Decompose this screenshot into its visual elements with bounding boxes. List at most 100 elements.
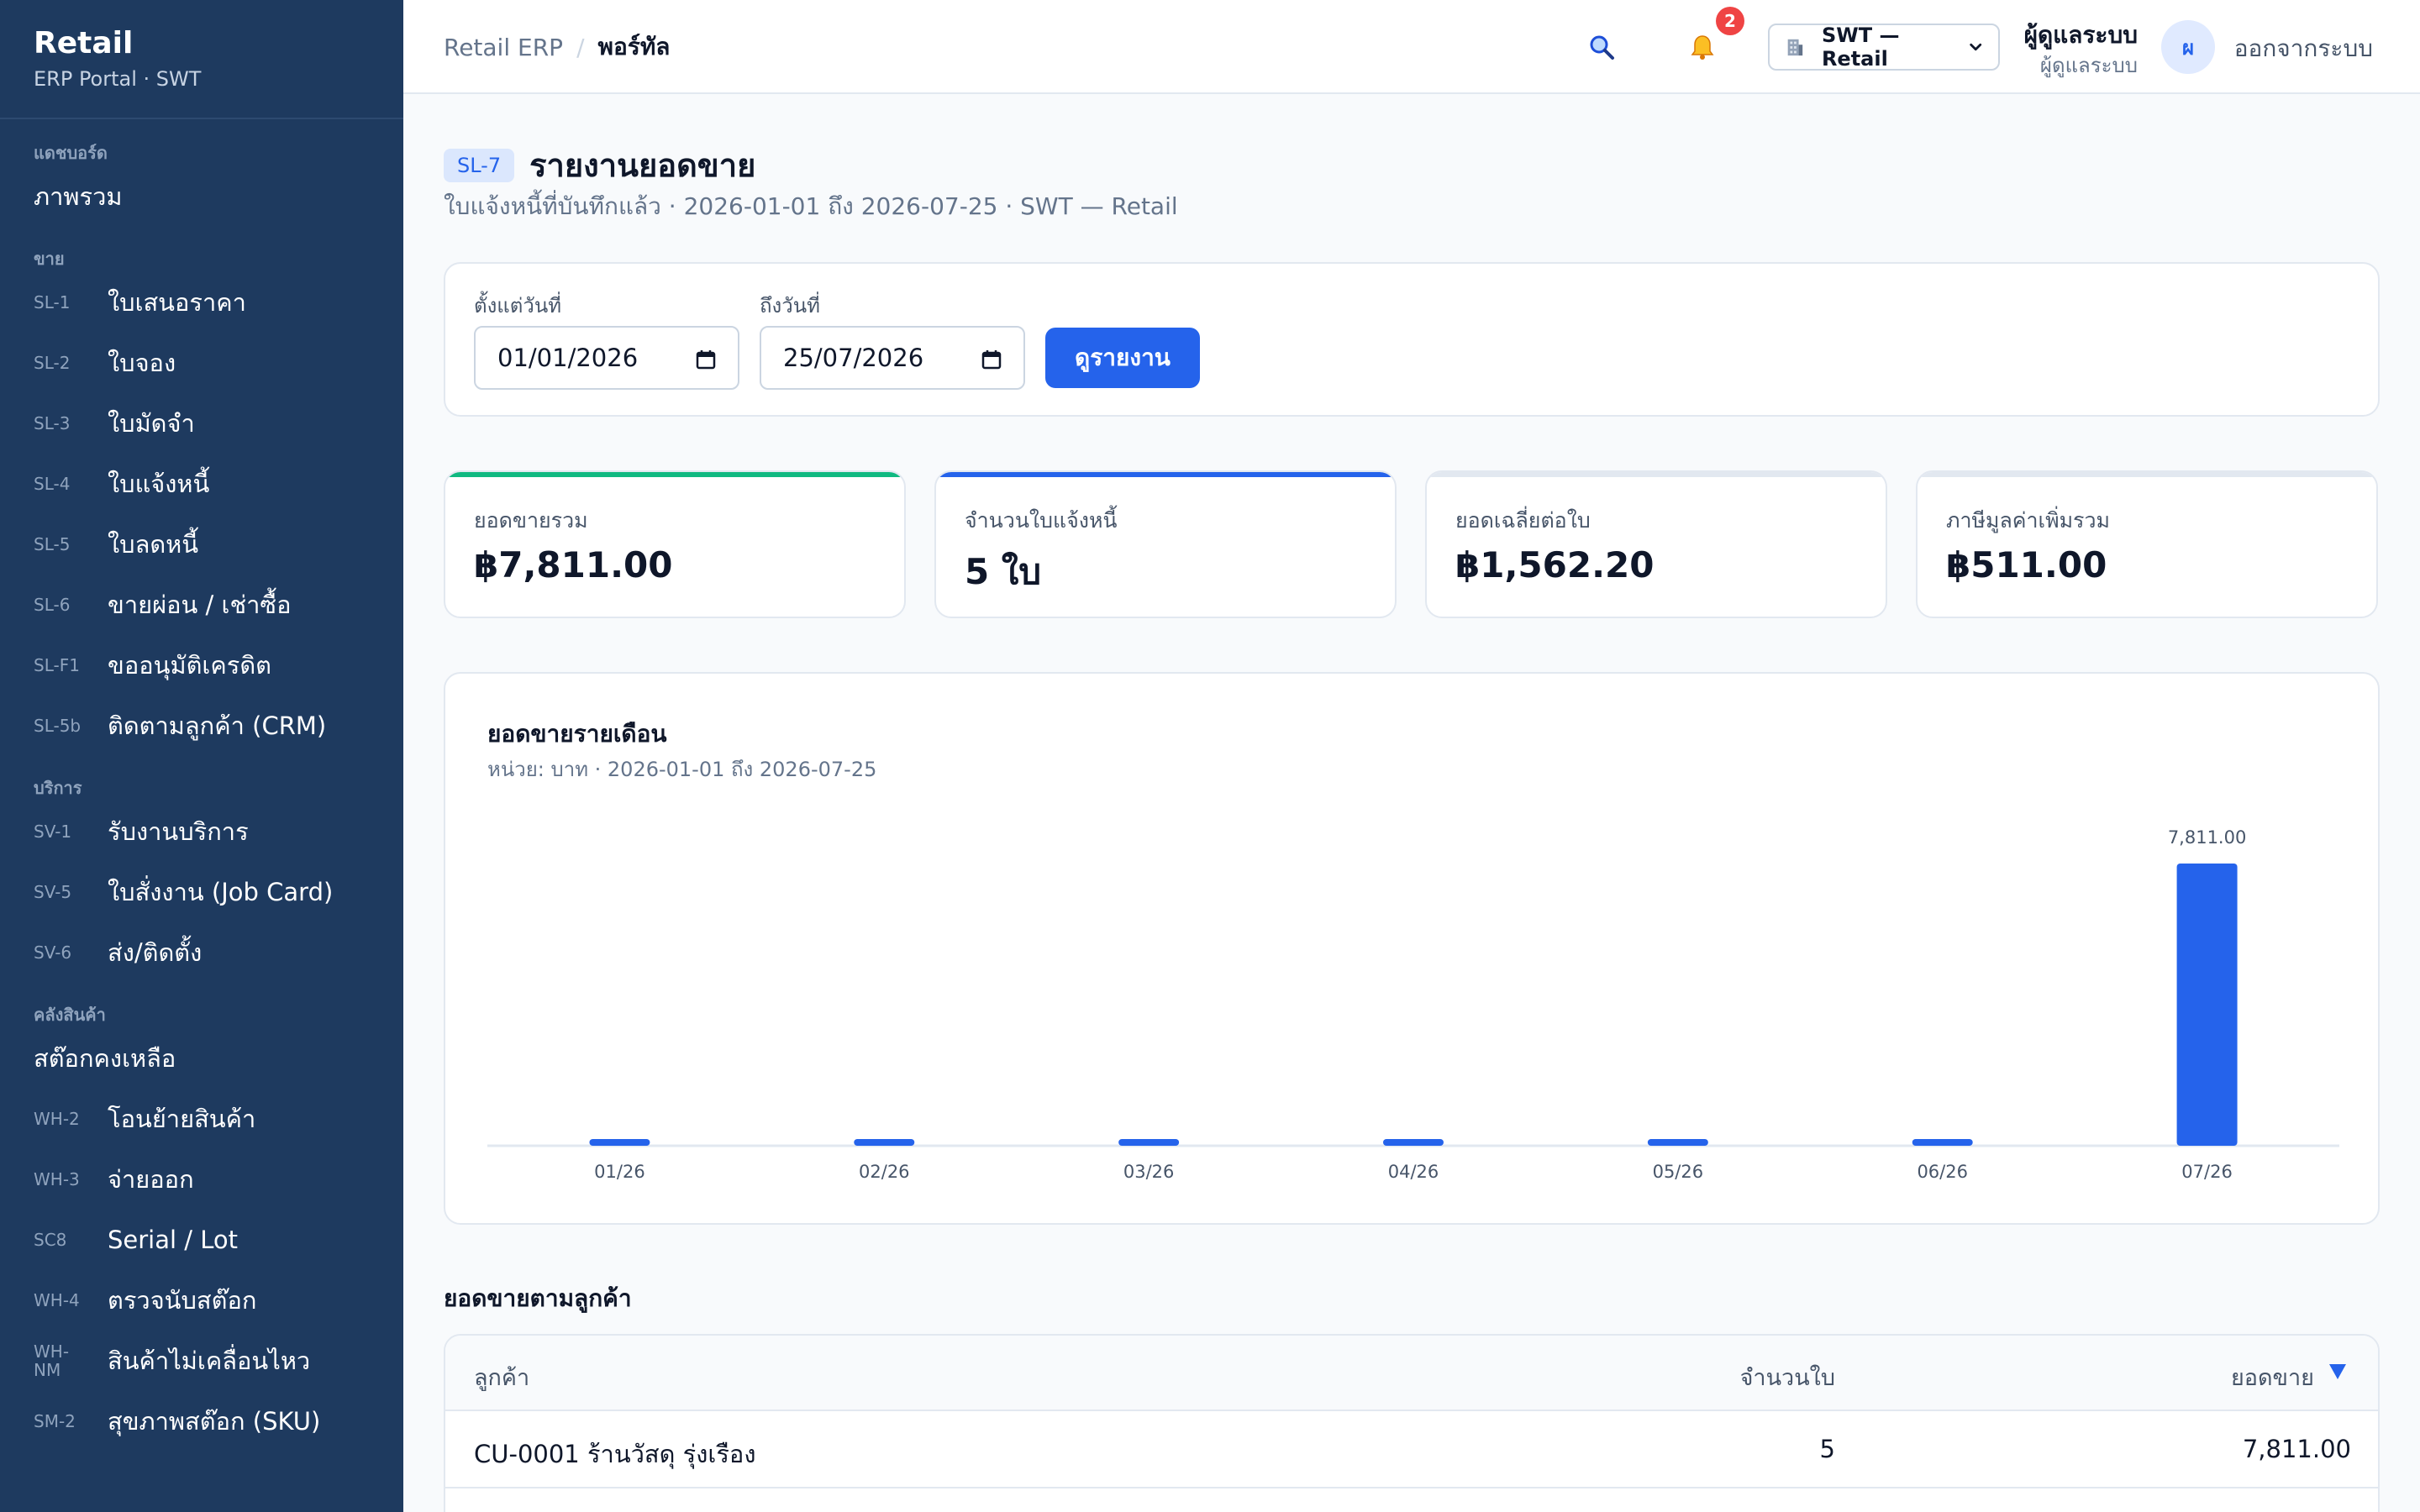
chart-bar[interactable] bbox=[2176, 864, 2238, 1146]
nav-section-title: คลังสินค้า bbox=[34, 1005, 106, 1025]
sidebar-item[interactable]: WH-4 ตรวจนับสต๊อก bbox=[0, 1270, 403, 1331]
sidebar-item[interactable]: WH-2 โอนย้ายสินค้า bbox=[0, 1089, 403, 1149]
avatar[interactable]: ผ bbox=[2161, 20, 2215, 74]
filter-card: ตั้งแต่วันที่ 01/01/2026 ถึงวันที่ 25/07… bbox=[444, 262, 2380, 417]
brand-subtitle: ERP Portal · SWT bbox=[34, 67, 202, 91]
x-tick-label: 05/26 bbox=[1653, 1162, 1704, 1182]
chart-bar[interactable] bbox=[1912, 1139, 1973, 1146]
nav-item-code: SL-F1 bbox=[34, 655, 80, 675]
sidebar-item[interactable]: SL-6 ขายผ่อน / เช่าซื้อ bbox=[0, 575, 403, 635]
x-tick-label: 03/26 bbox=[1123, 1162, 1175, 1182]
nav-item-code: SM-2 bbox=[34, 1411, 76, 1431]
x-tick-label: 04/26 bbox=[1388, 1162, 1439, 1182]
nav-item-code: WH-3 bbox=[34, 1169, 80, 1189]
chart-bar[interactable] bbox=[589, 1139, 650, 1146]
chart-bar[interactable] bbox=[854, 1139, 915, 1146]
x-tick-label: 01/26 bbox=[594, 1162, 645, 1182]
sidebar-item[interactable]: SC8 Serial / Lot bbox=[0, 1210, 403, 1270]
nav-item-code: SL-4 bbox=[34, 474, 71, 494]
company-select[interactable]: SWT — Retail bbox=[1768, 24, 2000, 71]
sidebar-item-label: โอนย้ายสินค้า bbox=[108, 1105, 256, 1133]
calendar-icon bbox=[981, 350, 1002, 370]
user-role: ผู้ดูแลระบบ bbox=[2039, 54, 2138, 77]
bell-icon bbox=[1691, 35, 1714, 60]
table-header: ลูกค้า จำนวนใบ ยอดขาย bbox=[445, 1336, 2378, 1411]
nav-item-code: SV-1 bbox=[34, 822, 72, 842]
kpi-value: 5 ใบ bbox=[965, 551, 1042, 592]
sidebar-item[interactable]: SL-5b ติดตามลูกค้า (CRM) bbox=[0, 696, 403, 756]
sidebar-item-label: ใบสั่งงาน (Job Card) bbox=[108, 878, 334, 906]
nav-item-code: SC8 bbox=[34, 1230, 67, 1250]
kpi-value: ฿1,562.20 bbox=[1455, 544, 1655, 585]
nav-item-code: SL-6 bbox=[34, 595, 71, 615]
breadcrumb-root[interactable]: Retail ERP bbox=[444, 34, 563, 61]
sidebar-item[interactable]: WH-3 จ่ายออก bbox=[0, 1149, 403, 1210]
sidebar-item-label: ขายผ่อน / เช่าซื้อ bbox=[108, 591, 292, 619]
sidebar-item[interactable]: SV-6 ส่ง/ติดตั้ง bbox=[0, 922, 403, 983]
page-code-badge: SL-7 bbox=[444, 148, 515, 182]
from-date-input[interactable]: 01/01/2026 bbox=[474, 326, 739, 390]
page-header: SL-7 รายงานยอดขาย bbox=[444, 139, 755, 191]
notifications-button[interactable] bbox=[1686, 30, 1719, 64]
breadcrumb: Retail ERP / พอร์ทัล bbox=[444, 0, 670, 94]
nav-item-code: WH-2 bbox=[34, 1109, 80, 1129]
sidebar-item[interactable]: สต๊อกคงเหลือ bbox=[0, 1028, 403, 1089]
sort-desc-icon[interactable] bbox=[2328, 1361, 2348, 1381]
sidebar-item[interactable]: WH- NM สินค้าไม่เคลื่อนไหว bbox=[0, 1331, 403, 1391]
chart-bar[interactable] bbox=[1118, 1139, 1180, 1146]
search-button[interactable] bbox=[1585, 30, 1618, 64]
chart-bar[interactable] bbox=[1383, 1139, 1444, 1146]
header-customer[interactable]: ลูกค้า bbox=[474, 1359, 529, 1395]
company-select-value: SWT — Retail bbox=[1821, 24, 1900, 71]
building-icon bbox=[1787, 39, 1803, 56]
brand: Retail ERP Portal · SWT bbox=[0, 0, 403, 119]
kpi-label: ภาษีมูลค่าเพิ่มรวม bbox=[1946, 508, 2111, 533]
nav-item-code: SL-5b bbox=[34, 716, 82, 736]
nav-section-title: ขาย bbox=[34, 249, 65, 269]
sidebar-item-label: ตรวจนับสต๊อก bbox=[108, 1286, 257, 1315]
header-sales-amount[interactable]: ยอดขาย bbox=[2231, 1359, 2314, 1395]
customer-sales-table: ลูกค้า จำนวนใบ ยอดขาย CU-0001 ร้านวัสดุ … bbox=[444, 1334, 2380, 1512]
chart-bar[interactable] bbox=[1647, 1139, 1708, 1146]
kpi-value: ฿7,811.00 bbox=[474, 544, 673, 585]
nav-item-code: SL-3 bbox=[34, 413, 71, 433]
sidebar-item-label: สินค้าไม่เคลื่อนไหว bbox=[108, 1347, 311, 1375]
header-invoice-count[interactable]: จำนวนใบ bbox=[1740, 1359, 1835, 1395]
table-row[interactable]: CU-0001 ร้านวัสดุ รุ่งเรือง 5 7,811.00 bbox=[445, 1411, 2378, 1488]
sidebar-item[interactable]: SL-1 ใบเสนอราคา bbox=[0, 272, 403, 333]
kpi-accent-bar bbox=[445, 472, 904, 477]
nav-item-code: SV-5 bbox=[34, 882, 72, 902]
sidebar-item[interactable]: SM-2 สุขภาพสต๊อก (SKU) bbox=[0, 1391, 403, 1452]
sidebar-item-label: ขออนุมัติเครดิต bbox=[108, 651, 271, 680]
sidebar-item[interactable]: SL-5 ใบลดหนี้ bbox=[0, 514, 403, 575]
nav-item-code: WH- NM bbox=[34, 1341, 70, 1380]
cell-sales-amount: 7,811.00 bbox=[2242, 1435, 2351, 1463]
monthly-sales-chart: 01/26 02/26 03/26 04/26 05/26 06/26 07/26 7,811… bbox=[487, 827, 2339, 1182]
nav-item-code: SV-6 bbox=[34, 942, 72, 963]
logout-button[interactable]: ออกจากระบบ bbox=[2234, 30, 2373, 67]
sidebar-item[interactable]: SL-4 ใบแจ้งหนี้ bbox=[0, 454, 403, 514]
sidebar-item[interactable]: ภาพรวม bbox=[0, 166, 403, 227]
nav-item-code: SL-2 bbox=[34, 353, 71, 373]
nav-section-title: แดชบอร์ด bbox=[34, 143, 108, 163]
topbar: Retail ERP / พอร์ทัล 2 SWT — Retail ผู้ด… bbox=[403, 0, 2420, 94]
sidebar-item-label: ส่ง/ติดตั้ง bbox=[108, 938, 203, 967]
from-date-value: 01/01/2026 bbox=[497, 344, 639, 372]
sidebar-item-label: ใบลดหนี้ bbox=[108, 530, 199, 559]
notification-count-badge: 2 bbox=[1716, 7, 1744, 35]
calendar-icon bbox=[696, 350, 716, 370]
cell-customer: CU-0001 ร้านวัสดุ รุ่งเรือง bbox=[474, 1440, 756, 1468]
cell-invoice-count: 5 bbox=[1819, 1435, 1835, 1463]
sidebar-item[interactable]: SV-5 ใบสั่งงาน (Job Card) bbox=[0, 862, 403, 922]
sidebar-item-label: สต๊อกคงเหลือ bbox=[34, 1044, 176, 1073]
from-date-label: ตั้งแต่วันที่ bbox=[474, 294, 562, 318]
sidebar-item[interactable]: SL-2 ใบจอง bbox=[0, 333, 403, 393]
sidebar-item[interactable]: SL-F1 ขออนุมัติเครดิต bbox=[0, 635, 403, 696]
monthly-sales-chart-card: ยอดขายรายเดือน หน่วย: บาท · 2026-01-01 ถ… bbox=[444, 672, 2380, 1225]
sidebar-item[interactable]: SL-3 ใบมัดจำ bbox=[0, 393, 403, 454]
to-date-input[interactable]: 25/07/2026 bbox=[760, 326, 1025, 390]
sidebar-item[interactable]: SV-1 รับงานบริการ bbox=[0, 801, 403, 862]
page-title: รายงานยอดขาย bbox=[529, 147, 756, 184]
kpi-invoice-count: จำนวนใบแจ้งหนี้ 5 ใบ bbox=[934, 470, 1397, 618]
run-report-button[interactable]: ดูรายงาน bbox=[1045, 328, 1200, 388]
